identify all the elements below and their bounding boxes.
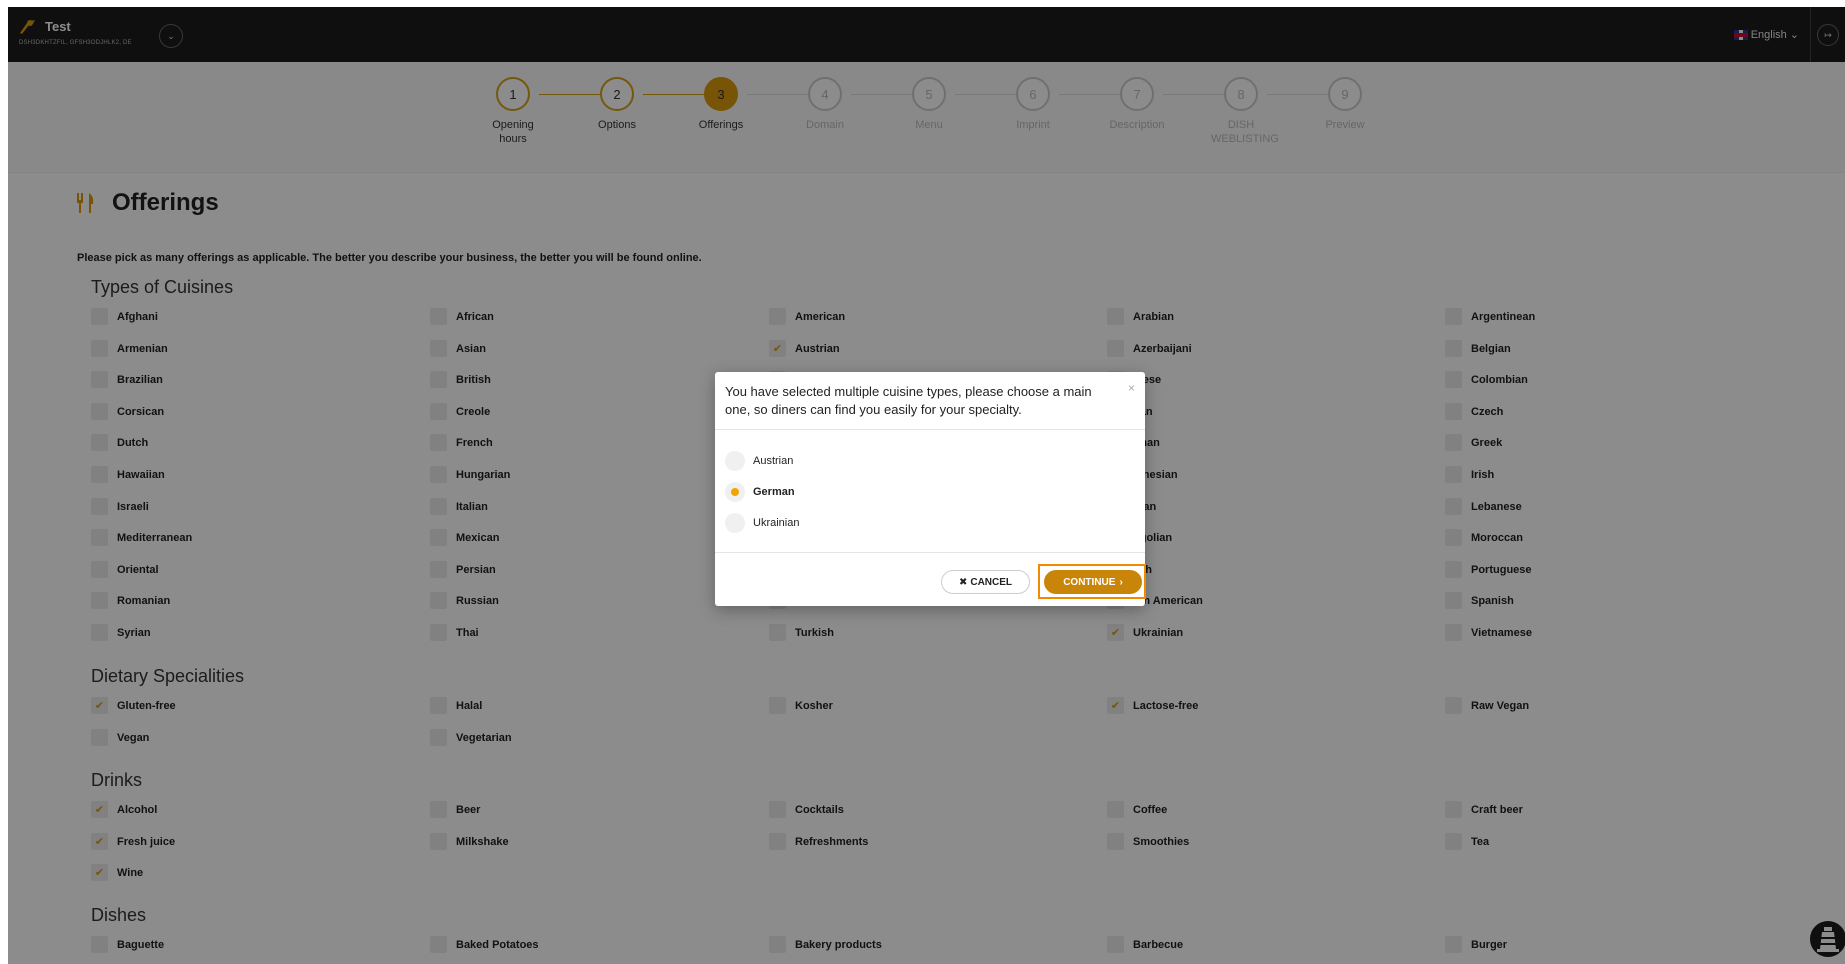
main-cuisine-dialog: × You have selected multiple cuisine typ… [715,372,1146,606]
app-frame: Test DSH3DKHTZFIL, GFSH3ODJHLK2, DE ⌄ En… [8,7,1845,964]
chevron-right-icon: › [1119,576,1123,588]
radio-label: Austrian [753,455,794,467]
radio-austrian[interactable]: Austrian [725,451,793,471]
dialog-message: You have selected multiple cuisine types… [725,384,1092,417]
continue-label: CONTINUE [1063,576,1116,588]
close-icon: ✖ [958,576,968,588]
continue-button[interactable]: CONTINUE › [1044,570,1142,594]
cancel-button[interactable]: ✖ CANCEL [941,570,1030,594]
cancel-label: CANCEL [970,576,1013,588]
radio-german[interactable]: German [725,482,795,502]
close-icon[interactable]: × [1128,381,1135,395]
radio-ukrainian[interactable]: Ukrainian [725,513,799,533]
radio-button[interactable] [725,482,745,502]
radio-button[interactable] [725,513,745,533]
divider [715,429,1145,430]
radio-label: German [753,486,795,498]
radio-selected-dot [731,488,739,496]
radio-label: Ukrainian [753,517,800,529]
continue-button-highlight: CONTINUE › [1038,564,1146,599]
divider [715,552,1145,553]
radio-button[interactable] [725,451,745,471]
